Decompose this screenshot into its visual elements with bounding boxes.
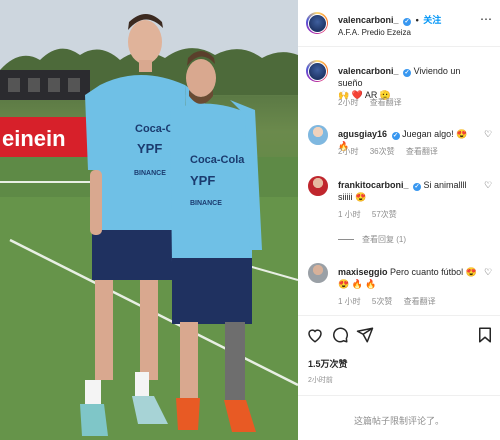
player2-sponsor: Coca-Cola (190, 154, 245, 166)
comment-translate[interactable]: 查看翻译 (404, 297, 436, 306)
commenter-avatar[interactable] (308, 176, 328, 196)
comment-like-heart-icon[interactable]: ♡ (484, 180, 492, 191)
view-replies-button[interactable]: 查看回复 (1) (338, 234, 406, 245)
verified-icon: ✓ (391, 132, 400, 140)
commenter-avatar[interactable] (308, 263, 328, 283)
post-header: valencarboni_ ✓ • 关注 A.F.A. Predio Ezeiz… (298, 0, 500, 47)
comment-time[interactable]: 1 小时 (338, 297, 361, 306)
comment-likes[interactable]: 57次赞 (372, 210, 397, 219)
verified-icon: ✓ (403, 69, 412, 77)
follow-button[interactable]: 关注 (423, 15, 441, 25)
post-photo-image: einein Coca-Cola YPF BINANCE Coca-Cola Y… (0, 0, 298, 440)
player1-binance: BINANCE (134, 170, 166, 177)
comment-like-heart-icon[interactable]: ♡ (484, 129, 492, 140)
commenter-avatar[interactable] (308, 125, 328, 145)
location-link[interactable]: A.F.A. Predio Ezeiza (338, 28, 411, 37)
player2-binance: BINANCE (190, 200, 222, 207)
comment-username[interactable]: agusgiay16 (338, 129, 387, 139)
caption-avatar[interactable] (306, 60, 328, 82)
caption-username[interactable]: valencarboni_ (338, 66, 399, 76)
comment-username[interactable]: maxiseggio (338, 267, 388, 277)
more-options-icon[interactable]: ⋯ (480, 12, 492, 26)
verified-icon: ✓ (413, 183, 422, 191)
likes-count[interactable]: 1.5万次赞 (308, 357, 348, 370)
comment-username[interactable]: frankitocarboni_ (338, 180, 409, 190)
post-time-ago: 2小时前 (308, 377, 333, 384)
save-bookmark-icon[interactable] (476, 326, 494, 344)
author-avatar[interactable] (306, 12, 328, 34)
post-side-panel: valencarboni_ ✓ • 关注 A.F.A. Predio Ezeiz… (298, 0, 500, 440)
caption-translate[interactable]: 查看翻译 (370, 98, 402, 107)
view-replies-label: 查看回复 (1) (362, 235, 406, 244)
comment-like-heart-icon[interactable]: ♡ (484, 267, 492, 278)
comments-list: valencarboni_ ✓ Viviendo un sueño 🙌 ❤️ A… (298, 47, 500, 315)
comment-translate[interactable]: 查看翻译 (406, 147, 438, 156)
comment-time[interactable]: 2小时 (338, 147, 358, 156)
comment-likes[interactable]: 5次赞 (372, 297, 392, 306)
verified-icon: ✓ (403, 18, 412, 26)
player1-ypf: YPF (137, 141, 162, 156)
post-action-bar (298, 315, 500, 351)
comment-bubble-icon[interactable] (331, 326, 349, 344)
comment-likes[interactable]: 36次赞 (370, 147, 395, 156)
player2-ypf: YPF (190, 173, 215, 188)
comment-time[interactable]: 1 小时 (338, 210, 361, 219)
like-heart-icon[interactable] (306, 326, 324, 344)
author-username[interactable]: valencarboni_ (338, 15, 399, 25)
post-photo: einein Coca-Cola YPF BINANCE Coca-Cola Y… (0, 0, 298, 440)
separator-dot: • (415, 15, 419, 25)
replies-divider-line (338, 239, 354, 241)
board-text: einein (2, 126, 66, 151)
share-send-icon[interactable] (356, 326, 374, 344)
caption-time[interactable]: 2小时 (338, 98, 358, 107)
comments-disabled-note: 这篇帖子限制评论了。 (298, 395, 500, 440)
